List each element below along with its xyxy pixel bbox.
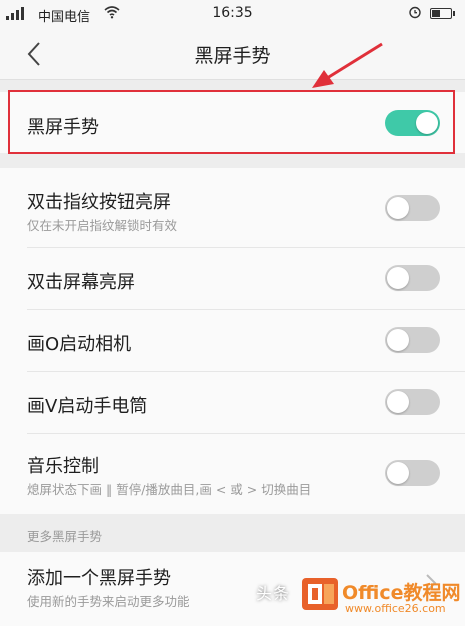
gesture-toggle-draw-v-flashlight[interactable] — [385, 389, 440, 415]
gesture-description: 仅在未开启指纹解锁时有效 — [27, 218, 178, 233]
gesture-toggle-double-tap-fingerprint[interactable] — [385, 195, 440, 221]
gesture-label: 画V启动手电筒 — [27, 396, 148, 417]
gesture-toggle-draw-o-camera[interactable] — [385, 327, 440, 353]
watermark-text: 头条 — [256, 584, 291, 603]
office-logo-icon — [302, 578, 338, 610]
gesture-label: 双击指纹按钮亮屏 — [27, 192, 171, 213]
add-gesture-label: 添加一个黑屏手势 — [27, 568, 171, 589]
gesture-row-double-tap-fingerprint[interactable]: 双击指纹按钮亮屏 仅在未开启指纹解锁时有效 — [0, 168, 465, 248]
gesture-row-music-control[interactable]: 音乐控制 熄屏状态下画 ‖ 暂停/播放曲目,画 < 或 > 切换曲目 — [0, 434, 465, 514]
gesture-row-draw-v-flashlight[interactable]: 画V启动手电筒 — [0, 372, 465, 434]
add-gesture-description: 使用新的手势来启动更多功能 — [27, 594, 190, 609]
annotation-arrow-icon — [312, 42, 383, 88]
more-gestures-header-label: 更多黑屏手势 — [27, 529, 103, 544]
gesture-label: 音乐控制 — [27, 456, 99, 477]
watermark-brand: Office教程网 — [342, 582, 461, 604]
gesture-row-draw-o-camera[interactable]: 画O启动相机 — [0, 310, 465, 372]
watermark-url: www.office26.com — [345, 602, 446, 615]
gesture-list: 双击指纹按钮亮屏 仅在未开启指纹解锁时有效 双击屏幕亮屏 画O启动相机 画V启动… — [0, 168, 465, 514]
gesture-label: 画O启动相机 — [27, 334, 132, 355]
gesture-toggle-music-control[interactable] — [385, 460, 440, 486]
gesture-toggle-double-tap-screen[interactable] — [385, 265, 440, 291]
gesture-description: 熄屏状态下画 ‖ 暂停/播放曲目,画 < 或 > 切换曲目 — [27, 482, 312, 497]
gesture-label: 双击屏幕亮屏 — [27, 272, 135, 293]
gesture-row-double-tap-screen[interactable]: 双击屏幕亮屏 — [0, 248, 465, 310]
more-gestures-header: 更多黑屏手势 — [0, 514, 465, 552]
